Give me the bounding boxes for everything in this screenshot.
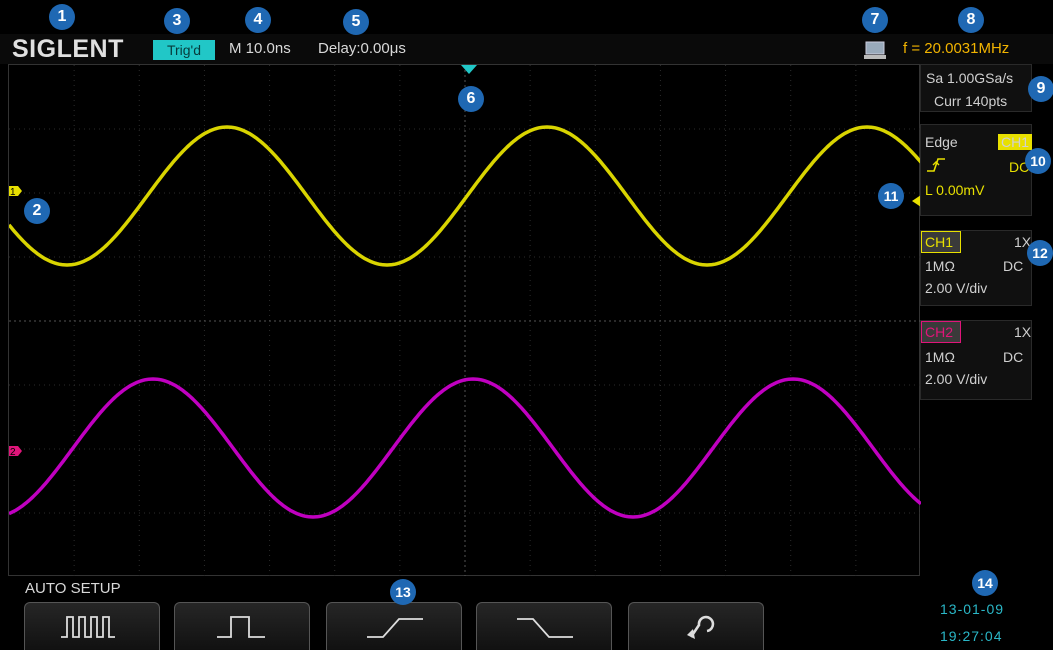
sample-rate: Sa 1.00GSa/s	[926, 70, 1014, 86]
callout-2: 2	[24, 198, 50, 224]
callout-11: 11	[878, 183, 904, 209]
trigger-source: CH1	[998, 134, 1033, 150]
callout-6: 6	[458, 86, 484, 112]
softkey-multi-period[interactable]	[24, 602, 160, 650]
trigger-position-marker	[461, 65, 477, 74]
frequency-counter: f = 20.0031MHz	[903, 40, 1010, 57]
softkey-single-period[interactable]	[174, 602, 310, 650]
callout-3: 3	[164, 8, 190, 34]
callout-5: 5	[343, 9, 369, 35]
ch1-scale: 2.00 V/div	[925, 280, 988, 296]
trigger-info[interactable]: Edge CH1 DC L 0.00mV	[920, 124, 1033, 216]
ch1-impedance: 1MΩ	[925, 258, 955, 274]
ch2-impedance: 1MΩ	[925, 349, 955, 365]
acquisition-info[interactable]: Sa 1.00GSa/s Curr 140pts	[920, 64, 1032, 112]
softkey-undo[interactable]	[628, 602, 764, 650]
rising-edge-icon	[367, 618, 423, 638]
callout-10: 10	[1025, 148, 1051, 174]
multi-period-icon	[61, 616, 115, 638]
ch1-level-marker: 1	[9, 186, 22, 198]
undo-icon	[687, 615, 715, 639]
timebase-readout[interactable]: M 10.0ns	[229, 40, 291, 57]
ch2-label: CH2	[921, 321, 961, 343]
ch1-coupling: DC	[1003, 258, 1024, 274]
graticule-grid	[9, 65, 921, 577]
callout-7: 7	[862, 7, 888, 33]
callout-8: 8	[958, 7, 984, 33]
memory-depth: Curr 140pts	[934, 93, 1008, 109]
ch1-waveform	[9, 125, 921, 267]
ch2-probe: 1X	[1014, 324, 1032, 340]
ch2-coupling: DC	[1003, 349, 1024, 365]
side-panel: Sa 1.00GSa/s Curr 140pts Edge CH1 DC L 0…	[920, 64, 1053, 576]
trigger-type: Edge	[925, 134, 958, 150]
usb-device-icon	[863, 41, 887, 61]
single-period-icon	[217, 616, 265, 638]
ch1-info[interactable]: CH1 1X 1MΩ DC 2.00 V/div	[920, 230, 1032, 306]
falling-edge-icon	[517, 618, 573, 638]
delay-readout[interactable]: Delay:0.00μs	[318, 40, 406, 57]
waveform-display[interactable]: 1 2	[8, 64, 921, 577]
softkey-falling-edge[interactable]	[476, 602, 612, 650]
trigger-level: L 0.00mV	[925, 182, 985, 198]
trigger-status-badge: Trig'd	[153, 40, 215, 60]
ch2-info[interactable]: CH2 1X 1MΩ DC 2.00 V/div	[920, 320, 1032, 400]
callout-1: 1	[49, 4, 75, 30]
callout-14: 14	[972, 570, 998, 596]
brand-logo: SIGLENT	[12, 35, 124, 63]
menu-title: AUTO SETUP	[25, 580, 121, 597]
rising-edge-icon	[926, 157, 946, 173]
callout-4: 4	[245, 7, 271, 33]
time-readout: 19:27:04	[940, 628, 1003, 644]
callout-12: 12	[1027, 240, 1053, 266]
softkey-rising-edge[interactable]	[326, 602, 462, 650]
svg-text:1: 1	[10, 187, 16, 198]
svg-text:2: 2	[10, 447, 16, 458]
ch2-level-marker: 2	[9, 446, 22, 458]
date-readout: 13-01-09	[940, 601, 1005, 617]
ch1-label: CH1	[921, 231, 961, 253]
ch2-scale: 2.00 V/div	[925, 371, 988, 387]
callout-9: 9	[1028, 76, 1053, 102]
callout-13: 13	[390, 579, 416, 605]
